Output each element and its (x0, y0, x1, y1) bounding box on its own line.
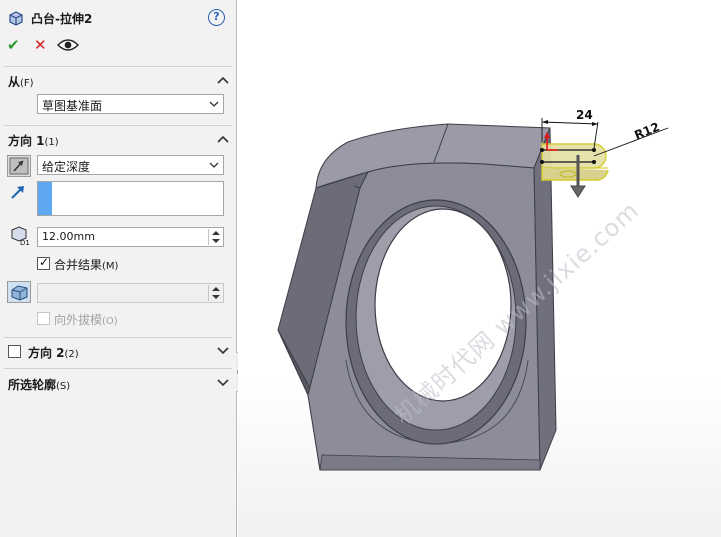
graphics-viewport[interactable]: 24 R12 (238, 0, 721, 537)
section-from-title[interactable]: 从(F) (8, 73, 34, 90)
depth-spinner[interactable] (208, 229, 222, 245)
depth-dimension-icon: D1 (11, 226, 30, 246)
draft-angle-spinner[interactable] (208, 285, 222, 301)
start-condition-select[interactable]: 草图基准面 (37, 94, 224, 114)
separator (4, 337, 232, 338)
direction2-checkbox[interactable] (8, 345, 21, 358)
section-contours-shortcut: (S) (56, 381, 71, 392)
section-direction2-shortcut: (2) (64, 349, 79, 360)
action-bar: ✔ ✕ (0, 34, 237, 58)
dimension-length-label[interactable]: 24 (576, 108, 593, 122)
section-direction1-title[interactable]: 方向 1(1) (8, 132, 59, 149)
section-direction2-label: 方向 2 (28, 346, 65, 360)
section-direction1-label: 方向 1 (8, 134, 45, 148)
reverse-direction-icon (9, 157, 29, 175)
depth-value: 12.00mm (42, 230, 95, 243)
direction-arrow-icon (11, 186, 24, 199)
start-condition-value: 草图基准面 (42, 99, 103, 113)
section-from-shortcut: (F) (20, 78, 34, 89)
draft-angle-input[interactable] (37, 283, 224, 303)
section-direction1-shortcut: (1) (44, 137, 59, 148)
section-contours-title[interactable]: 所选轮廓(S) (8, 376, 70, 393)
direction-selection-box[interactable] (37, 181, 224, 216)
end-condition-select[interactable]: 给定深度 (37, 155, 224, 175)
property-manager-panel: 凸台-拉伸2 ? ✔ ✕ 从(F) 草图基准面 方向 1(1) 给定深度 D1 … (0, 0, 237, 537)
section-direction2-title[interactable]: 方向 2(2) (28, 344, 79, 361)
draft-icon (11, 285, 28, 301)
draft-outward-checkbox[interactable] (37, 312, 50, 325)
chevron-down-icon (209, 162, 219, 168)
svg-text:D1: D1 (20, 239, 30, 246)
section-contours-label: 所选轮廓 (8, 378, 57, 392)
depth-input[interactable]: 12.00mm (37, 227, 224, 247)
cancel-x-icon[interactable]: ✕ (34, 36, 47, 54)
boss-extrude-icon (9, 11, 23, 26)
preview-eye-icon[interactable] (57, 38, 79, 52)
reverse-direction-button[interactable] (7, 155, 31, 177)
selection-active-indicator (38, 182, 52, 215)
merge-result-checkbox[interactable] (37, 255, 50, 270)
ok-check-icon[interactable]: ✔ (7, 36, 20, 54)
separator (4, 368, 232, 369)
end-condition-value: 给定深度 (42, 160, 91, 174)
feature-header: 凸台-拉伸2 ? (0, 0, 237, 34)
draft-toggle-button[interactable] (7, 281, 31, 303)
chevron-down-icon[interactable] (217, 347, 229, 355)
model-view (277, 118, 669, 471)
chevron-down-icon (209, 101, 219, 107)
chevron-up-icon[interactable] (217, 135, 229, 143)
separator (4, 125, 232, 126)
help-icon[interactable]: ? (208, 9, 225, 26)
merge-result-label: 合并结果(M) (54, 258, 119, 272)
section-from-label: 从 (8, 75, 21, 89)
draft-outward-label: 向外拔模(O) (54, 313, 118, 327)
chevron-up-icon[interactable] (217, 76, 229, 84)
separator (4, 66, 232, 67)
feature-title: 凸台-拉伸2 (31, 12, 93, 26)
chevron-down-icon[interactable] (217, 379, 229, 387)
